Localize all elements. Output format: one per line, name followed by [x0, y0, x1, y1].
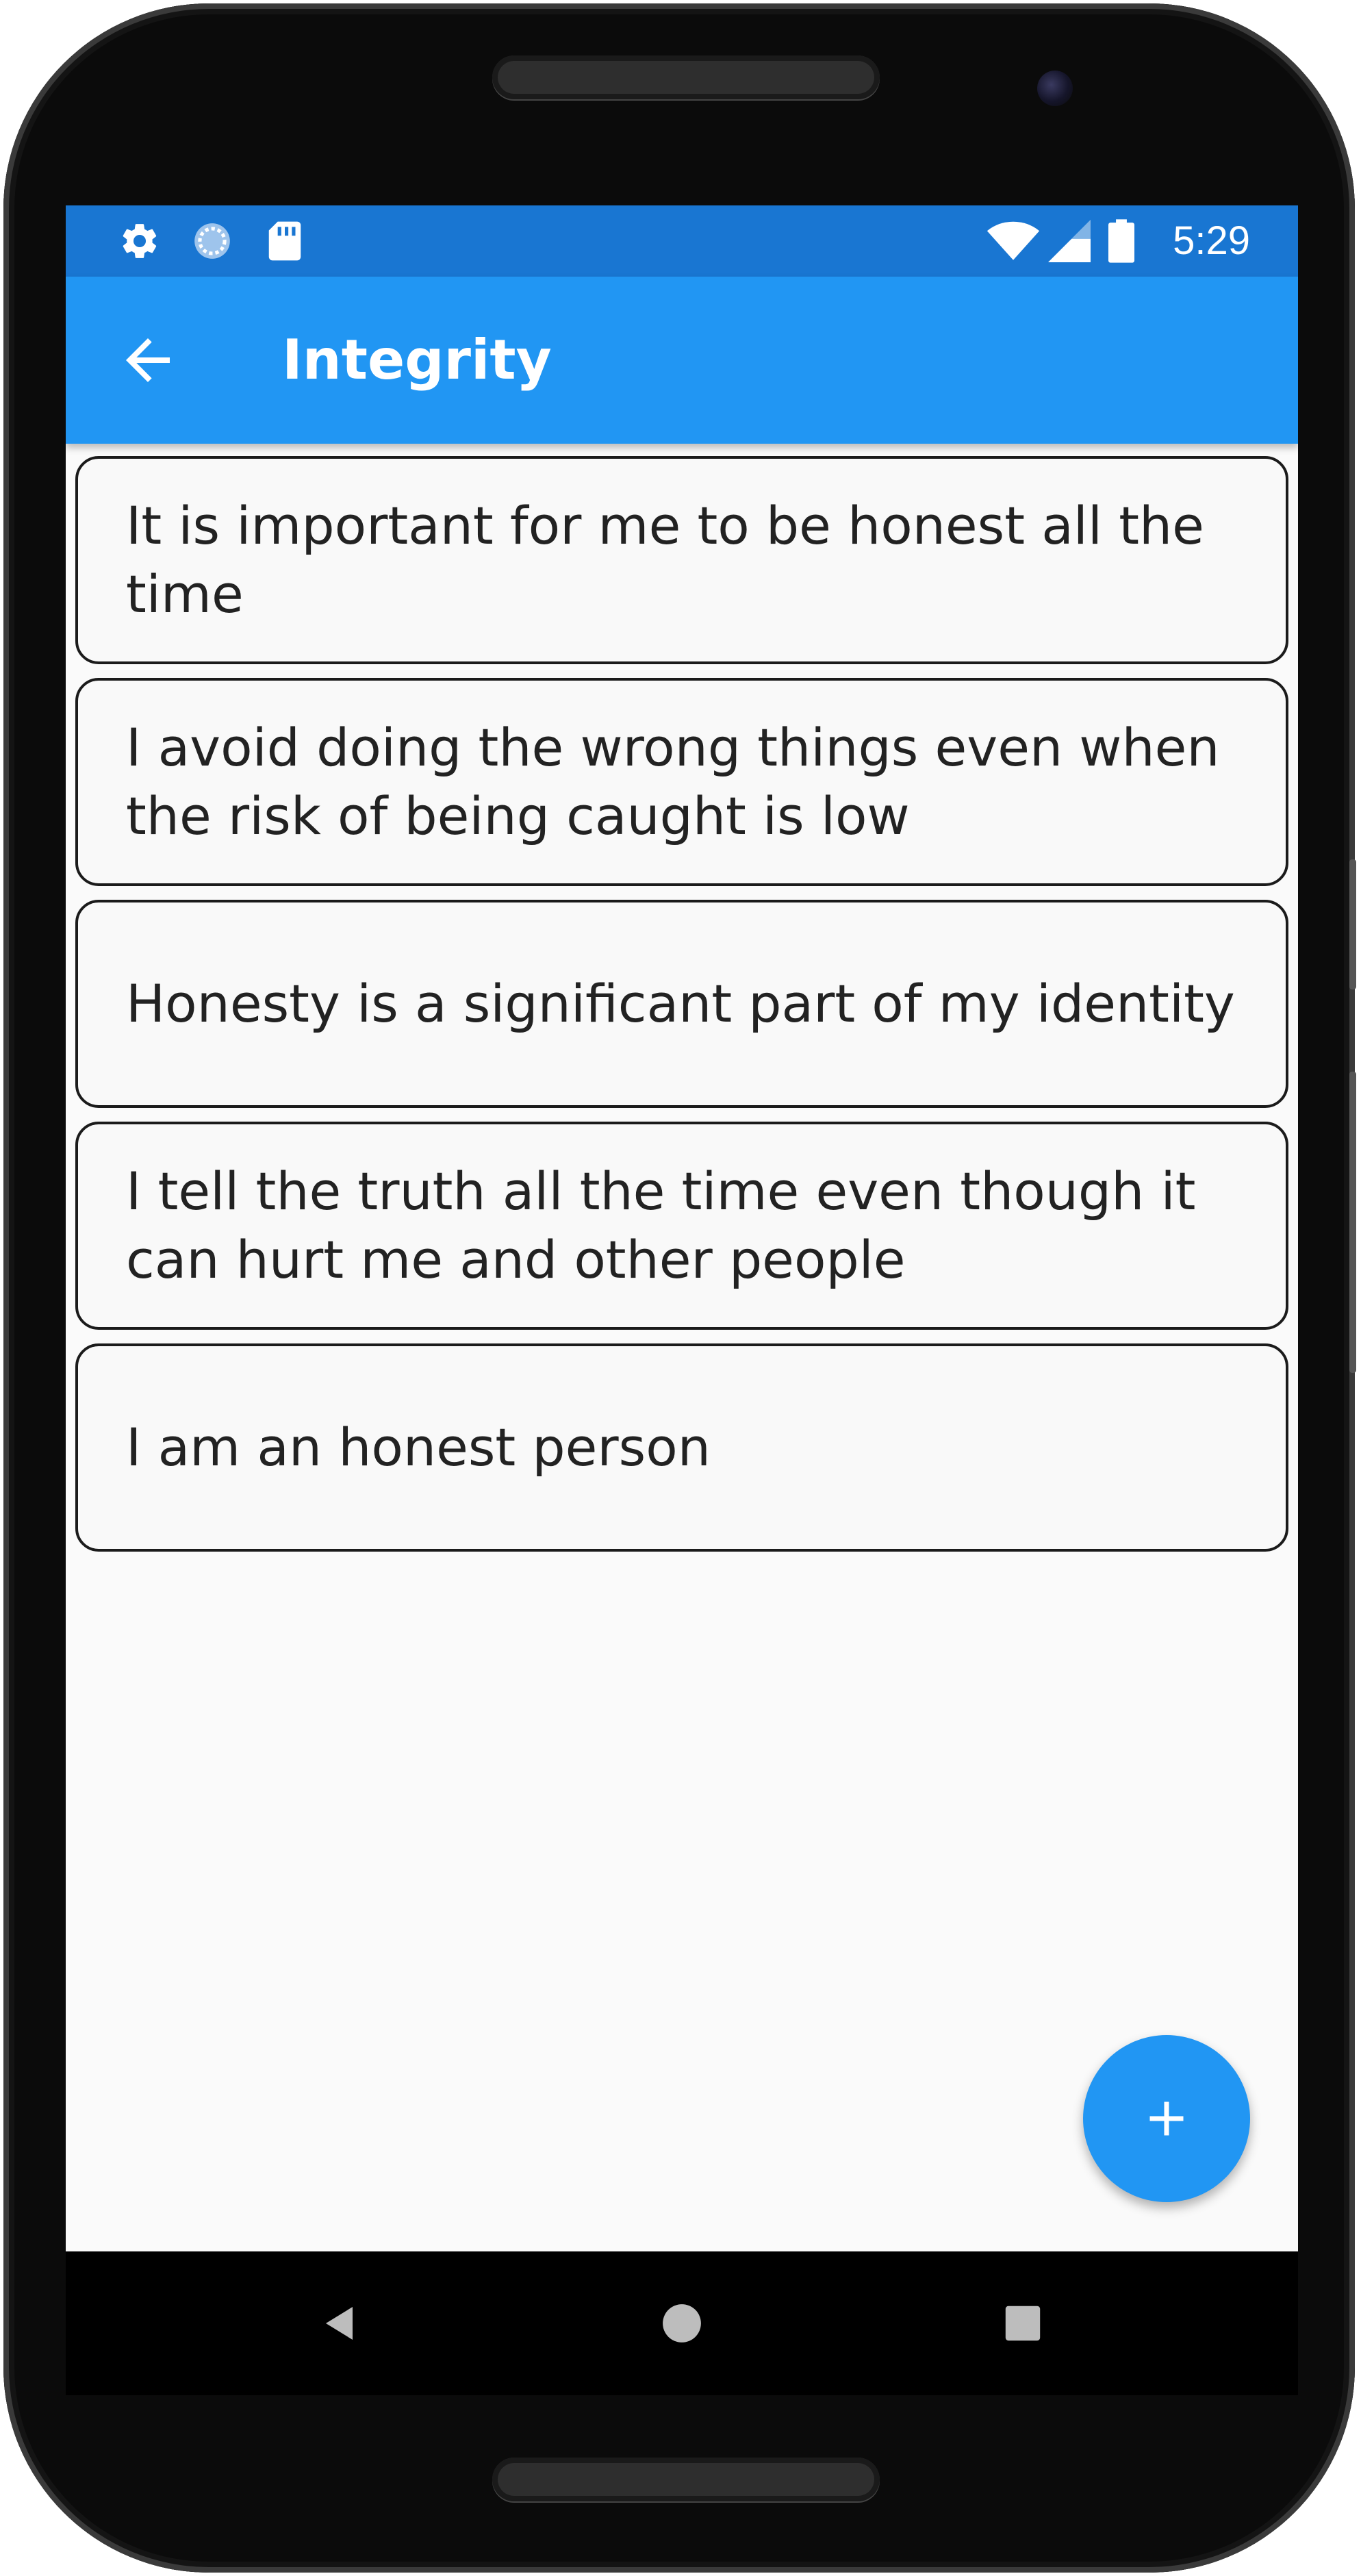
list-item-text: It is important for me to be honest all … — [126, 495, 1204, 624]
navigation-bar — [66, 2251, 1298, 2395]
back-button[interactable] — [110, 322, 186, 399]
app-bar: Integrity — [66, 277, 1298, 444]
list-item[interactable]: I am an honest person — [75, 1343, 1288, 1552]
nav-home-button[interactable] — [644, 2286, 720, 2361]
list-item-text: I avoid doing the wrong things even when… — [126, 717, 1220, 846]
battery-icon — [1106, 219, 1136, 263]
signal-icon — [1047, 219, 1091, 263]
sync-icon — [190, 219, 234, 263]
nav-back-button[interactable] — [303, 2286, 378, 2361]
status-time: 5:29 — [1173, 218, 1250, 263]
wifi-icon — [986, 219, 1041, 263]
bottom-speaker — [492, 2458, 880, 2501]
list-item[interactable]: Honesty is a significant part of my iden… — [75, 900, 1288, 1108]
settings-icon — [118, 219, 162, 263]
back-triangle-icon — [326, 2307, 353, 2340]
add-button[interactable] — [1083, 2035, 1250, 2202]
power-button — [1349, 859, 1356, 989]
volume-button — [1349, 1072, 1356, 1373]
list-item[interactable]: I avoid doing the wrong things even when… — [75, 678, 1288, 886]
status-bar: 5:29 — [66, 205, 1298, 277]
top-speaker — [492, 55, 880, 99]
list-item-text: I am an honest person — [126, 1417, 711, 1478]
sd-card-icon — [263, 219, 307, 263]
plus-icon — [1149, 2101, 1184, 2136]
recents-square-icon — [1005, 2306, 1041, 2341]
list-item-text: I tell the truth all the time even thoug… — [126, 1161, 1196, 1290]
home-circle-icon — [663, 2304, 701, 2343]
list-item-text: Honesty is a significant part of my iden… — [126, 973, 1235, 1034]
arrow-back-icon — [126, 338, 170, 382]
screen: 5:29 Integrity It is important for me to… — [66, 205, 1298, 2251]
list-item[interactable]: It is important for me to be honest all … — [75, 456, 1288, 664]
front-camera — [1037, 71, 1073, 106]
page-title: Integrity — [282, 328, 552, 392]
nav-recents-button[interactable] — [985, 2286, 1060, 2361]
list-item[interactable]: I tell the truth all the time even thoug… — [75, 1122, 1288, 1330]
statement-list: It is important for me to be honest all … — [75, 456, 1288, 1565]
